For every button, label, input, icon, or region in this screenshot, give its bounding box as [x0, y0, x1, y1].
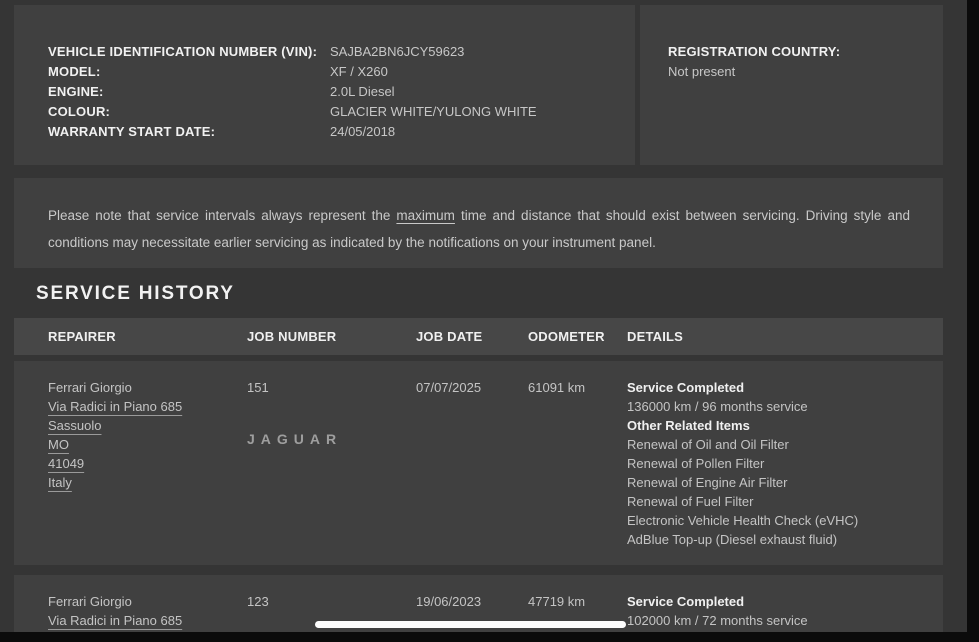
detail-line: Renewal of Fuel Filter: [627, 492, 933, 511]
detail-line: Service Completed: [627, 378, 933, 397]
notice-text-underlined: maximum: [396, 208, 455, 223]
registration-panel: REGISTRATION COUNTRY: Not present: [640, 5, 943, 165]
job-number: 151: [247, 378, 416, 397]
repairer-address-line: Via Radici in Piano 685: [48, 611, 182, 630]
model-label: MODEL:: [48, 62, 330, 82]
repairer-cell: Ferrari Giorgio Via Radici in Piano 685 …: [48, 378, 247, 565]
repairer-address-line: MO: [48, 435, 69, 454]
jaguar-logo: JAGUAR: [247, 430, 416, 449]
notice-text-before: Please note that service intervals alway…: [48, 208, 396, 223]
service-history-title: SERVICE HISTORY: [36, 283, 235, 305]
job-date-cell: 07/07/2025: [416, 378, 528, 565]
window-edge-bottom: [0, 632, 979, 642]
detail-line: Electronic Vehicle Health Check (eVHC): [627, 511, 933, 530]
window-edge-right: [967, 0, 979, 642]
repairer-address-line: Italy: [48, 473, 72, 492]
column-header-odometer: ODOMETER: [528, 329, 627, 344]
notice-text: Please note that service intervals alway…: [48, 202, 910, 256]
table-row: Ferrari Giorgio Via Radici in Piano 685 …: [14, 361, 943, 565]
column-header-repairer: REPAIRER: [48, 329, 247, 344]
detail-line: Service Completed: [627, 592, 933, 611]
registration-country-value: Not present: [668, 62, 943, 82]
table-header-row: REPAIRER JOB NUMBER JOB DATE ODOMETER DE…: [14, 318, 943, 355]
colour-label: COLOUR:: [48, 102, 330, 122]
column-header-job-number: JOB NUMBER: [247, 329, 416, 344]
job-number: 123: [247, 592, 416, 611]
details-cell: Service Completed 136000 km / 96 months …: [627, 378, 933, 565]
engine-value: 2.0L Diesel: [330, 82, 635, 102]
service-interval-notice: Please note that service intervals alway…: [14, 178, 943, 268]
warranty-start-date-label: WARRANTY START DATE:: [48, 122, 330, 142]
detail-line: Renewal of Pollen Filter: [627, 454, 933, 473]
model-value: XF / X260: [330, 62, 635, 82]
vin-label: VEHICLE IDENTIFICATION NUMBER (VIN):: [48, 42, 330, 62]
service-history-page: VEHICLE IDENTIFICATION NUMBER (VIN): SAJ…: [0, 0, 979, 642]
detail-line: AdBlue Top-up (Diesel exhaust fluid): [627, 530, 933, 549]
vehicle-info-panel: VEHICLE IDENTIFICATION NUMBER (VIN): SAJ…: [14, 5, 635, 165]
engine-label: ENGINE:: [48, 82, 330, 102]
repairer-address-line: Via Radici in Piano 685: [48, 397, 182, 416]
odometer-cell: 61091 km: [528, 378, 627, 565]
detail-line: 102000 km / 72 months service: [627, 611, 933, 630]
warranty-start-date-value: 24/05/2018: [330, 122, 635, 142]
vehicle-info-grid: VEHICLE IDENTIFICATION NUMBER (VIN): SAJ…: [48, 42, 635, 142]
repairer-name: Ferrari Giorgio: [48, 592, 247, 611]
detail-line: Renewal of Engine Air Filter: [627, 473, 933, 492]
detail-line: Renewal of Oil and Oil Filter: [627, 435, 933, 454]
job-number-cell: 151 JAGUAR: [247, 378, 416, 565]
column-header-details: DETAILS: [627, 329, 943, 344]
horizontal-scrollbar-thumb[interactable]: [315, 621, 626, 628]
registration-country-label: REGISTRATION COUNTRY:: [668, 42, 943, 62]
detail-line: Other Related Items: [627, 416, 933, 435]
vin-value: SAJBA2BN6JCY59623: [330, 42, 635, 62]
colour-value: GLACIER WHITE/YULONG WHITE: [330, 102, 635, 122]
column-header-job-date: JOB DATE: [416, 329, 528, 344]
repairer-cell: Ferrari Giorgio Via Radici in Piano 685 …: [48, 592, 247, 632]
repairer-address-line: Sassuolo: [48, 416, 101, 435]
details-cell: Service Completed 102000 km / 72 months …: [627, 592, 933, 632]
detail-line: 136000 km / 96 months service: [627, 397, 933, 416]
repairer-name: Ferrari Giorgio: [48, 378, 247, 397]
repairer-address-line: 41049: [48, 454, 84, 473]
